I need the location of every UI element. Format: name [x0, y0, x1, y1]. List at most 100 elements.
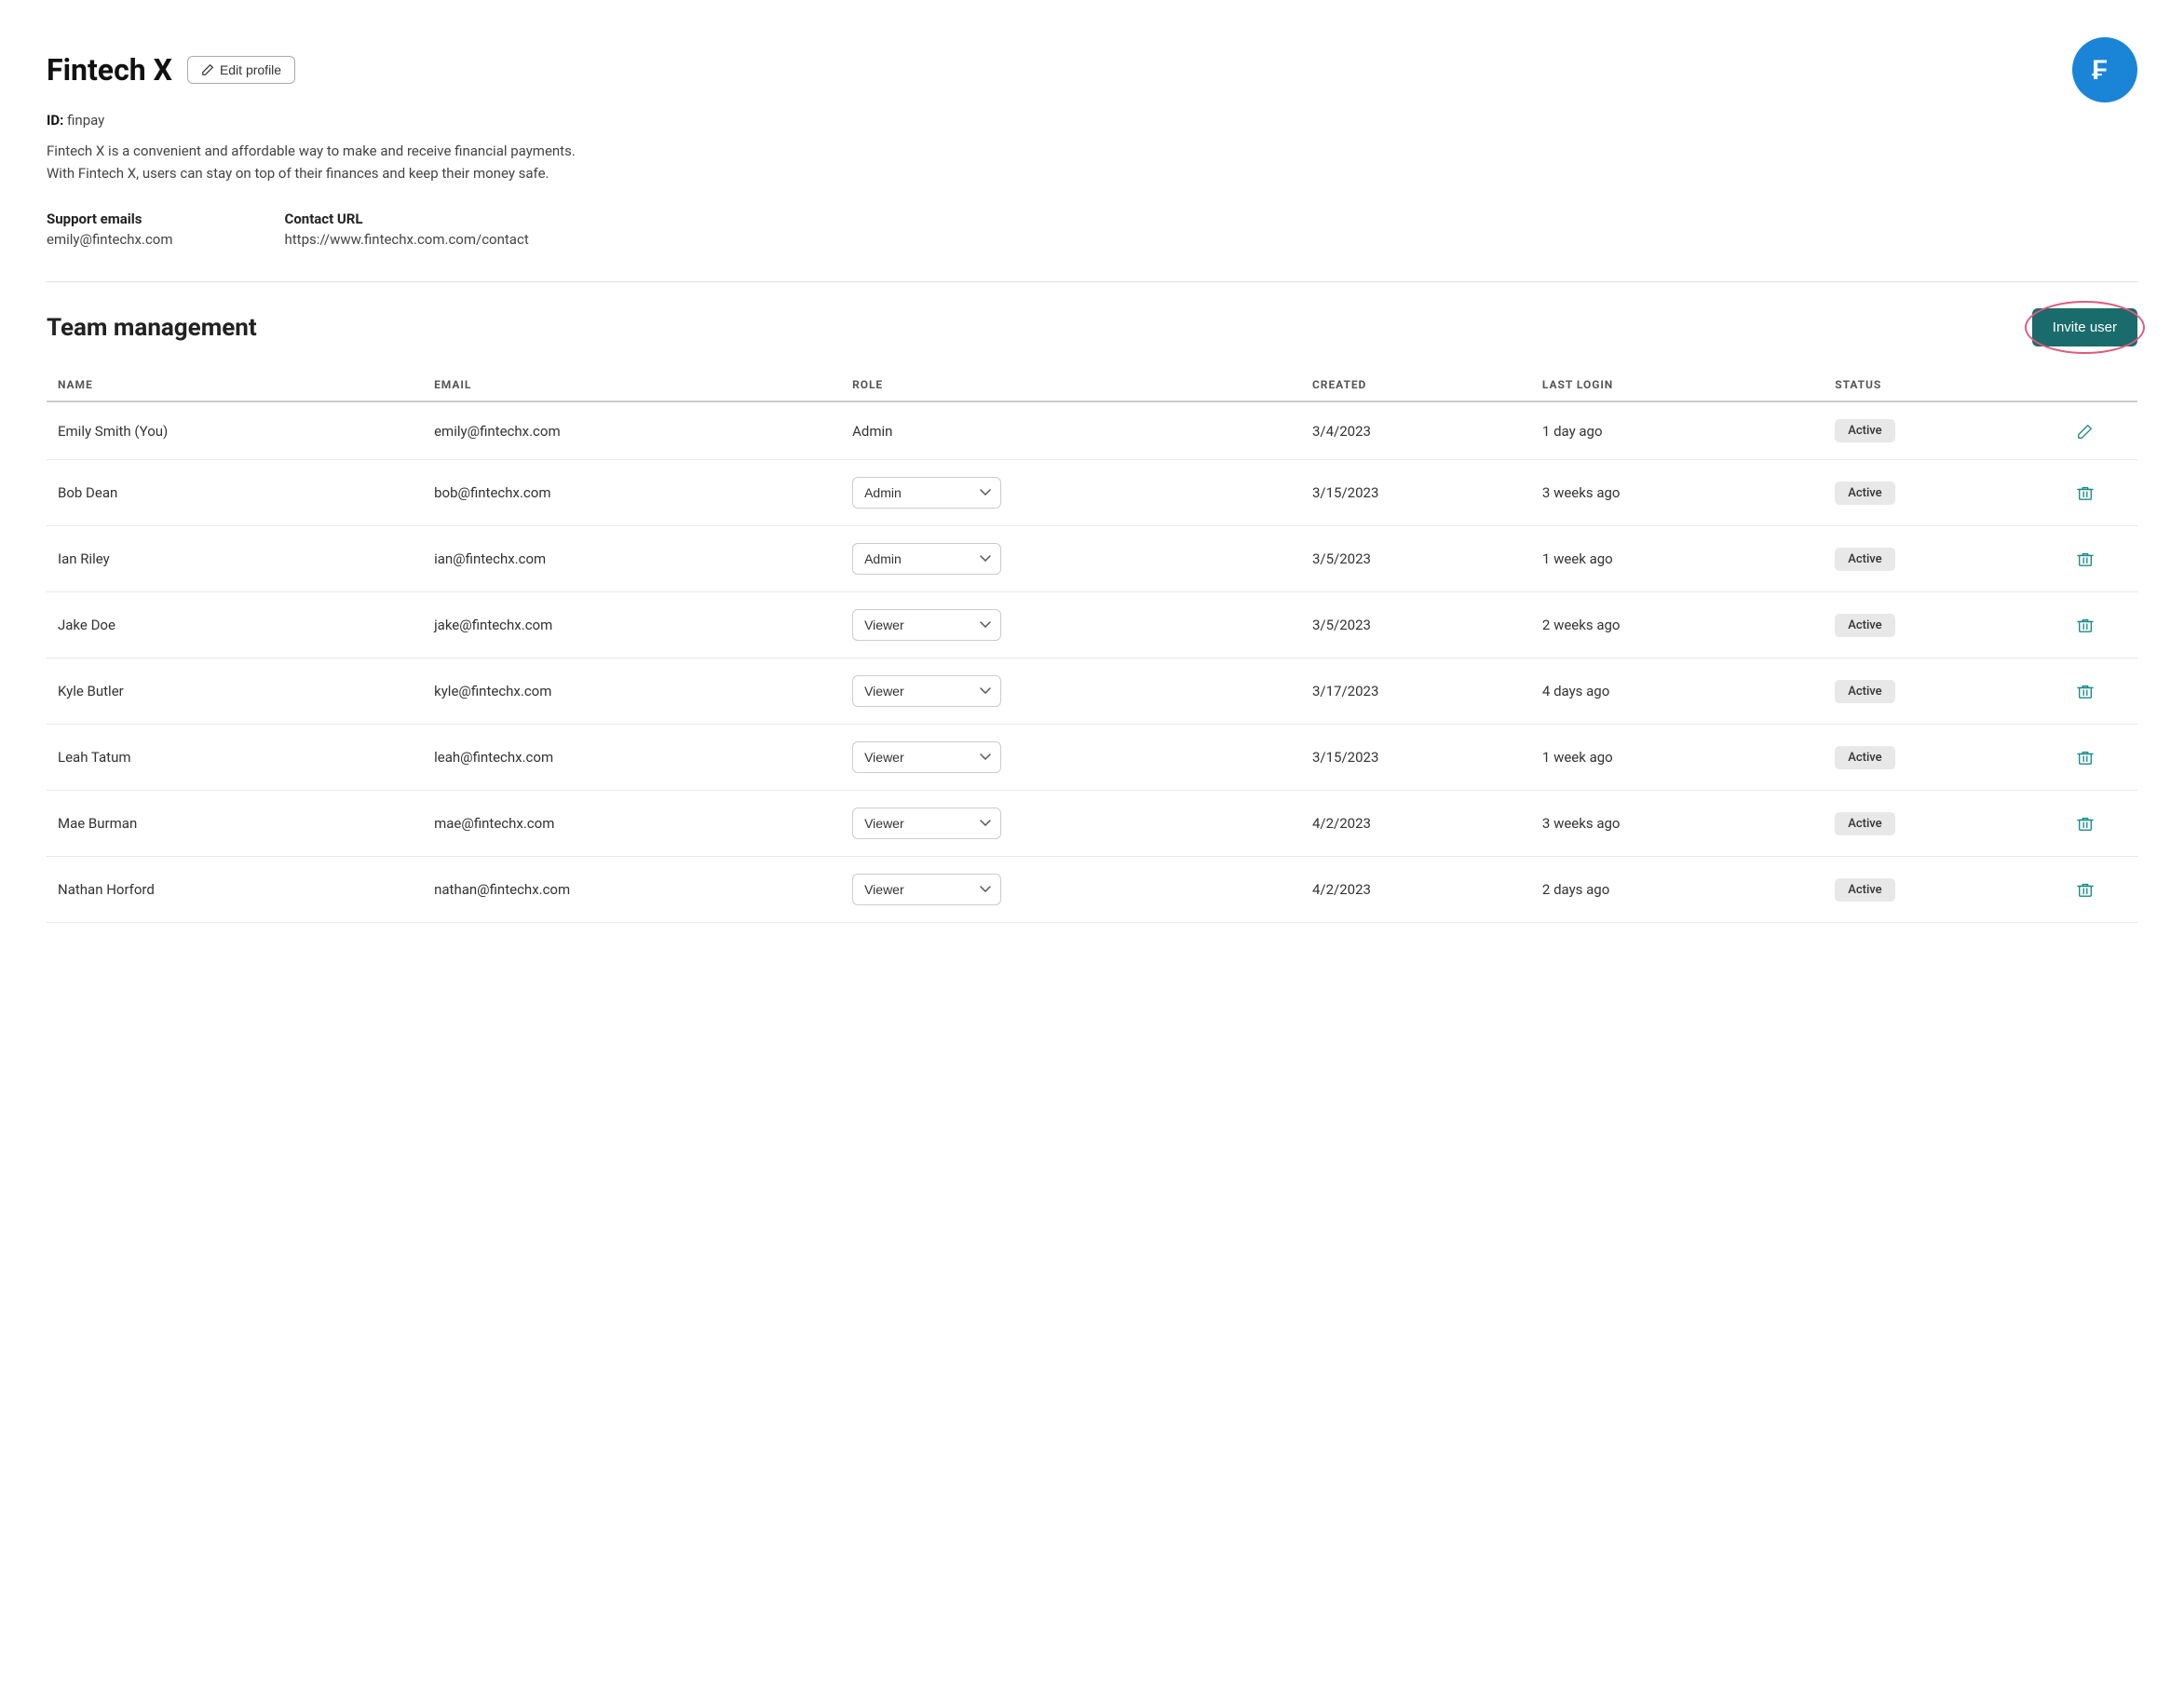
delete-member-icon[interactable]: [2044, 683, 2126, 699]
contact-row: Support emails emily@fintechx.com Contac…: [47, 210, 2137, 248]
member-last-login: 1 week ago: [1531, 526, 1824, 592]
contact-url-value: https://www.fintechx.com.com/contact: [285, 231, 529, 248]
app-description: Fintech X is a convenient and affordable…: [47, 140, 587, 184]
role-select[interactable]: AdminViewer: [852, 609, 1001, 641]
member-role[interactable]: AdminViewer: [841, 592, 1301, 658]
member-action[interactable]: [2033, 401, 2137, 460]
page-header: Fintech X Edit profile ₣: [47, 37, 2137, 102]
col-header-created: CREATED: [1301, 369, 1531, 401]
member-role[interactable]: AdminViewer: [841, 725, 1301, 791]
section-divider: [47, 281, 2137, 282]
contact-url-label: Contact URL: [285, 210, 529, 227]
delete-member-icon[interactable]: [2044, 881, 2126, 898]
member-name: Kyle Butler: [47, 658, 423, 725]
table-row: Leah Tatumleah@fintechx.com AdminViewer 3/…: [47, 725, 2137, 791]
edit-icon: [201, 63, 214, 76]
col-header-action: [2033, 369, 2137, 401]
status-badge: Active: [1835, 614, 1894, 637]
member-name: Emily Smith (You): [47, 401, 423, 460]
support-emails-group: Support emails emily@fintechx.com: [47, 210, 173, 248]
team-table: NAME EMAIL ROLE CREATED LAST LOGIN STATU…: [47, 369, 2137, 923]
member-last-login: 3 weeks ago: [1531, 791, 1824, 857]
role-select[interactable]: AdminViewer: [852, 543, 1001, 575]
member-last-login: 3 weeks ago: [1531, 460, 1824, 526]
app-id: ID: finpay: [47, 112, 2137, 129]
member-created: 3/15/2023: [1301, 725, 1531, 791]
status-badge: Active: [1835, 878, 1894, 902]
status-badge: Active: [1835, 812, 1894, 835]
edit-member-icon[interactable]: [2044, 423, 2126, 440]
role-select[interactable]: AdminViewer: [852, 477, 1001, 509]
svg-text:₣: ₣: [2092, 55, 2108, 86]
member-role[interactable]: AdminViewer: [841, 460, 1301, 526]
table-row: Bob Deanbob@fintechx.com AdminViewer 3/15/…: [47, 460, 2137, 526]
logo-icon: ₣: [2086, 51, 2123, 88]
member-created: 3/5/2023: [1301, 592, 1531, 658]
col-header-role: ROLE: [841, 369, 1301, 401]
member-status: Active: [1824, 401, 2033, 460]
member-status: Active: [1824, 460, 2033, 526]
member-last-login: 1 week ago: [1531, 725, 1824, 791]
member-name: Jake Doe: [47, 592, 423, 658]
support-emails-label: Support emails: [47, 210, 173, 227]
header-left: Fintech X Edit profile: [47, 52, 295, 88]
member-name: Bob Dean: [47, 460, 423, 526]
role-select[interactable]: AdminViewer: [852, 808, 1001, 839]
delete-member-icon[interactable]: [2044, 617, 2126, 633]
member-name: Leah Tatum: [47, 725, 423, 791]
member-action[interactable]: [2033, 658, 2137, 725]
member-role[interactable]: AdminViewer: [841, 791, 1301, 857]
member-status: Active: [1824, 658, 2033, 725]
delete-member-icon[interactable]: [2044, 749, 2126, 766]
member-role[interactable]: AdminViewer: [841, 857, 1301, 923]
member-action[interactable]: [2033, 526, 2137, 592]
team-management-header: Team management Invite user: [47, 308, 2137, 346]
member-email: kyle@fintechx.com: [423, 658, 841, 725]
member-last-login: 2 weeks ago: [1531, 592, 1824, 658]
member-role[interactable]: AdminViewer: [841, 526, 1301, 592]
table-row: Mae Burmanmae@fintechx.comAdminViewer4/2…: [47, 791, 2137, 857]
member-name: Nathan Horford: [47, 857, 423, 923]
member-action[interactable]: [2033, 460, 2137, 526]
member-created: 3/15/2023: [1301, 460, 1531, 526]
app-logo: ₣: [2072, 37, 2137, 102]
delete-member-icon[interactable]: [2044, 484, 2126, 501]
member-created: 3/17/2023: [1301, 658, 1531, 725]
member-created: 3/4/2023: [1301, 401, 1531, 460]
col-header-name: NAME: [47, 369, 423, 401]
col-header-status: STATUS: [1824, 369, 2033, 401]
member-role[interactable]: AdminViewer: [841, 658, 1301, 725]
contact-url-group: Contact URL https://www.fintechx.com.com…: [285, 210, 529, 248]
role-select[interactable]: AdminViewer: [852, 741, 1001, 773]
member-action[interactable]: [2033, 592, 2137, 658]
table-row: Jake Doejake@fintechx.com AdminViewer 3/5/…: [47, 592, 2137, 658]
member-action[interactable]: [2033, 857, 2137, 923]
delete-member-icon[interactable]: [2044, 550, 2126, 567]
role-select[interactable]: AdminViewer: [852, 874, 1001, 905]
table-row: Emily Smith (You)emily@fintechx.comAdmin…: [47, 401, 2137, 460]
member-created: 4/2/2023: [1301, 791, 1531, 857]
delete-member-icon[interactable]: [2044, 815, 2126, 832]
member-email: mae@fintechx.com: [423, 791, 841, 857]
role-select[interactable]: AdminViewer: [852, 675, 1001, 707]
member-action[interactable]: [2033, 725, 2137, 791]
member-status: Active: [1824, 857, 2033, 923]
member-created: 3/5/2023: [1301, 526, 1531, 592]
invite-user-button[interactable]: Invite user: [2032, 308, 2137, 346]
member-name: Ian Riley: [47, 526, 423, 592]
member-email: leah@fintechx.com: [423, 725, 841, 791]
status-badge: Active: [1835, 482, 1894, 505]
member-email: jake@fintechx.com: [423, 592, 841, 658]
member-email: emily@fintechx.com: [423, 401, 841, 460]
member-status: Active: [1824, 725, 2033, 791]
member-action[interactable]: [2033, 791, 2137, 857]
status-badge: Active: [1835, 680, 1894, 703]
edit-profile-button[interactable]: Edit profile: [187, 56, 295, 84]
member-email: bob@fintechx.com: [423, 460, 841, 526]
team-title: Team management: [47, 314, 257, 342]
table-row: Nathan Horfordnathan@fintechx.comAdminVi…: [47, 857, 2137, 923]
status-badge: Active: [1835, 419, 1894, 442]
table-row: Ian Rileyian@fintechx.comAdminViewer3/5/…: [47, 526, 2137, 592]
table-row: Kyle Butlerkyle@fintechx.com AdminViewer 3…: [47, 658, 2137, 725]
status-badge: Active: [1835, 746, 1894, 769]
